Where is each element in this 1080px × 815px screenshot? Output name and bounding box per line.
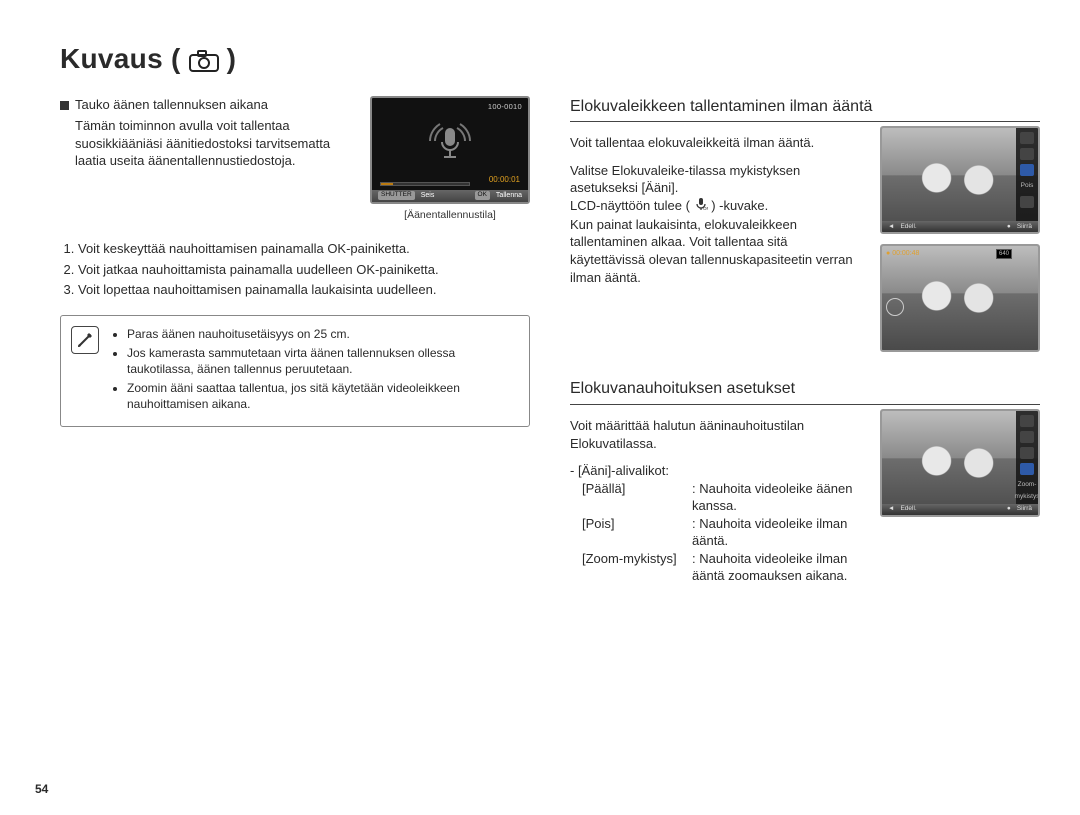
shutter-button-label: SHUTTER bbox=[378, 191, 415, 200]
menu-sidebar: Zoom-mykistys bbox=[1016, 411, 1038, 504]
ok-button-label: OK bbox=[475, 191, 490, 200]
movie-menu-figure: Pois ◄Edell. ●Siirrä bbox=[880, 126, 1040, 234]
section2-title: Elokuvanauhoituksen asetukset bbox=[570, 378, 1040, 405]
menu-sidebar: Pois bbox=[1016, 128, 1038, 221]
section1-body-b: LCD-näyttöön tulee ( OFF ) -kuvake. bbox=[570, 197, 866, 216]
step-item: Voit lopettaa nauhoittamisen painamalla … bbox=[78, 281, 530, 299]
submenu-row: [Zoom-mykistys] : Nauhoita videoleike il… bbox=[582, 550, 866, 585]
left-column: Tauko äänen tallennuksen aikana Tämän to… bbox=[60, 96, 530, 585]
menu-right-label: Siirrä bbox=[1017, 223, 1032, 232]
sidebar-selected-label: Zoom-mykistys bbox=[1013, 479, 1040, 491]
record-timer: 00:00:01 bbox=[489, 175, 520, 186]
pause-heading-text: Tauko äänen tallennuksen aikana bbox=[75, 97, 268, 112]
section1-title: Elokuvaleikkeen tallentaminen ilman äänt… bbox=[570, 96, 1040, 123]
movie-record-figure: ● 00:00:48 640 bbox=[880, 244, 1040, 352]
submenu-label: - [Ääni]-alivalikot: bbox=[570, 462, 866, 480]
section1-body-b-pre: LCD-näyttöön tulee ( bbox=[570, 198, 690, 213]
page-number: 54 bbox=[35, 781, 48, 797]
step-item: Voit jatkaa nauhoittamista painamalla uu… bbox=[78, 261, 530, 279]
right-column: Elokuvaleikkeen tallentaminen ilman äänt… bbox=[570, 96, 1040, 585]
menu-left-label: Edell. bbox=[900, 223, 916, 232]
bullet-square-icon bbox=[60, 101, 69, 110]
mic-off-icon: OFF bbox=[694, 197, 708, 216]
title-text-close: ) bbox=[227, 40, 237, 78]
submenu-val: : Nauhoita videoleike ilman ääntä zoomau… bbox=[692, 550, 866, 585]
submenu-row: [Pois] : Nauhoita videoleike ilman ääntä… bbox=[582, 515, 866, 550]
menu-left-label: Edell. bbox=[900, 505, 916, 514]
note-item: Zoomin ääni saattaa tallentua, jos sitä … bbox=[127, 380, 517, 412]
section1-body-b-suf: ) -kuvake. bbox=[711, 198, 768, 213]
section1-body-a: Valitse Elokuvaleike-tilassa mykistyksen… bbox=[570, 162, 866, 197]
screen-footer-bar: SHUTTER Seis OK Tallenna bbox=[372, 190, 528, 202]
voice-record-caption: [Äänentallennustila] bbox=[370, 208, 530, 222]
progress-bar bbox=[380, 182, 470, 186]
file-counter: 100-0010 bbox=[488, 102, 522, 112]
pause-heading: Tauko äänen tallennuksen aikana bbox=[60, 96, 356, 114]
movie-settings-figure: Zoom-mykistys ◄Edell. ●Siirrä bbox=[880, 409, 1040, 585]
submenu-val: : Nauhoita videoleike ilman ääntä. bbox=[692, 515, 866, 550]
submenu-table: [Päällä] : Nauhoita videoleike äänen kan… bbox=[582, 480, 866, 585]
record-osd-time: ● 00:00:48 bbox=[886, 249, 919, 258]
steps-list: Voit keskeyttää nauhoittamisen painamall… bbox=[60, 240, 530, 299]
section1-body-c: Kun painat laukaisinta, elokuvaleikkeen … bbox=[570, 216, 866, 286]
step-item: Voit keskeyttää nauhoittamisen painamall… bbox=[78, 240, 530, 258]
note-box: Paras äänen nauhoitusetäisyys on 25 cm. … bbox=[60, 315, 530, 427]
menu-right-label: Siirrä bbox=[1017, 505, 1032, 514]
page-title: Kuvaus ( ) bbox=[60, 40, 1040, 78]
submenu-key: [Zoom-mykistys] bbox=[582, 550, 692, 585]
submenu-key: [Pois] bbox=[582, 515, 692, 550]
section2-lead: Voit määrittää halutun ääninauhoitustila… bbox=[570, 417, 866, 452]
voice-record-figure: 100-0010 bbox=[370, 96, 530, 222]
submenu-val: : Nauhoita videoleike äänen kanssa. bbox=[692, 480, 866, 515]
sidebar-selected-label: Pois bbox=[1020, 180, 1034, 192]
section1-lead: Voit tallentaa elokuvaleikkeitä ilman ää… bbox=[570, 134, 866, 152]
submenu-row: [Päällä] : Nauhoita videoleike äänen kan… bbox=[582, 480, 866, 515]
svg-text:OFF: OFF bbox=[703, 206, 708, 211]
resolution-badge: 640 bbox=[996, 249, 1012, 259]
submenu-key: [Päällä] bbox=[582, 480, 692, 515]
note-item: Jos kamerasta sammutetaan virta äänen ta… bbox=[127, 345, 517, 377]
stop-label: Seis bbox=[421, 191, 435, 200]
save-label: Tallenna bbox=[496, 191, 522, 200]
camera-icon bbox=[189, 40, 219, 78]
note-icon bbox=[71, 326, 99, 354]
title-text-open: Kuvaus ( bbox=[60, 40, 181, 78]
pause-intro: Tämän toiminnon avulla voit tallentaa su… bbox=[75, 117, 356, 170]
microphone-icon bbox=[427, 118, 473, 164]
note-item: Paras äänen nauhoitusetäisyys on 25 cm. bbox=[127, 326, 517, 342]
